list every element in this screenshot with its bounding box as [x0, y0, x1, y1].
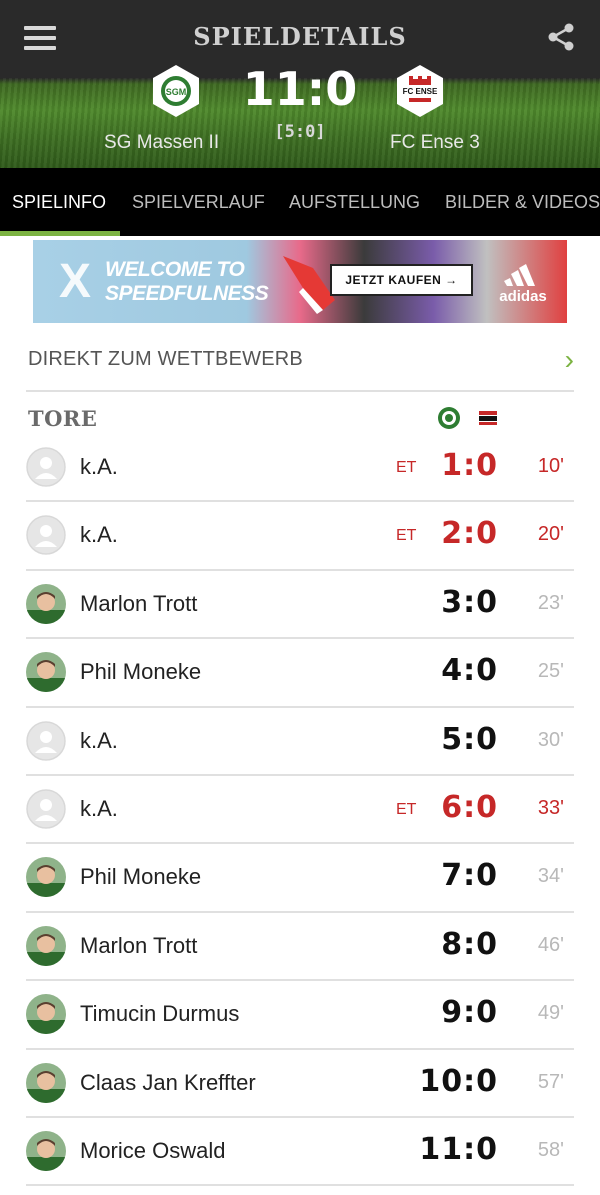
goal-score: 6:0: [441, 789, 498, 825]
own-goal-badge: ET: [396, 800, 417, 818]
goal-row[interactable]: k.A. ET 2:0 20': [26, 502, 574, 571]
goal-minute: 57': [537, 1070, 564, 1093]
chevron-right-icon: ›: [564, 344, 574, 375]
goal-minute: 46': [537, 933, 564, 956]
goal-minute: 58': [537, 1138, 564, 1161]
goal-score: 7:0: [441, 858, 498, 894]
player-name[interactable]: k.A.: [80, 796, 118, 822]
goal-score: 3:0: [441, 584, 498, 620]
tab-bilder-videos[interactable]: BILDER & VIDEOS: [445, 168, 600, 236]
goal-minute: 33': [537, 796, 564, 819]
player-avatar[interactable]: [26, 994, 66, 1035]
away-team-name[interactable]: FC Ense 3: [390, 132, 480, 154]
player-name[interactable]: Claas Jan Kreffter: [80, 1070, 256, 1096]
player-name[interactable]: k.A.: [80, 728, 118, 754]
goal-score: 10:0: [419, 1063, 498, 1099]
player-name[interactable]: Phil Moneke: [80, 864, 201, 890]
own-goal-badge: ET: [396, 527, 417, 545]
goal-minute: 25': [537, 660, 564, 683]
match-header: SPIELDETAILS SGM 11:0 [5:0] FC ENSE SG M…: [0, 0, 600, 168]
final-score: 11:0: [242, 62, 358, 116]
home-team-mini-logo: [438, 407, 460, 429]
avatar-placeholder-icon[interactable]: [26, 447, 66, 487]
goal-minute: 34': [537, 865, 564, 888]
goal-row[interactable]: k.A. ET 1:0 10': [26, 434, 574, 503]
goal-row[interactable]: Marlon Trott 3:0 23': [26, 571, 574, 640]
player-avatar[interactable]: [26, 925, 66, 966]
goal-row[interactable]: Timucin Durmus 9:0 49': [26, 981, 574, 1050]
player-name[interactable]: Marlon Trott: [80, 591, 197, 617]
player-name[interactable]: k.A.: [80, 454, 118, 480]
avatar-placeholder-icon[interactable]: [26, 515, 66, 556]
page-title: SPIELDETAILS: [193, 22, 407, 51]
halftime-score: [5:0]: [274, 122, 326, 142]
player-avatar[interactable]: [26, 583, 66, 624]
goal-score: 8:0: [441, 926, 498, 962]
tab-bar: SPIELINFO SPIELVERLAUF AUFSTELLUNG BILDE…: [0, 168, 600, 236]
goal-row[interactable]: Phil Moneke 4:0 25': [26, 639, 574, 708]
share-icon[interactable]: [546, 22, 576, 52]
goal-minute: 49': [537, 1002, 564, 1025]
player-avatar[interactable]: [26, 857, 66, 898]
tab-spielinfo[interactable]: SPIELINFO: [12, 168, 106, 236]
goal-score: 5:0: [441, 721, 498, 757]
goal-row[interactable]: Phil Moneke 7:0 34': [26, 844, 574, 913]
goal-minute: 20': [537, 523, 564, 546]
goals-header: TORE: [26, 398, 574, 438]
goal-score: 4:0: [441, 653, 498, 689]
home-team-name[interactable]: SG Massen II: [104, 132, 219, 154]
player-name[interactable]: Phil Moneke: [80, 659, 201, 685]
tab-aufstellung[interactable]: AUFSTELLUNG: [289, 168, 420, 236]
goal-row[interactable]: k.A. ET 6:0 33': [26, 776, 574, 845]
ad-banner[interactable]: X WELCOME TO SPEEDFULNESS JETZT KAUFEN →…: [33, 240, 567, 323]
ad-headline: WELCOME TO SPEEDFULNESS: [105, 258, 269, 305]
player-name[interactable]: Morice Oswald: [80, 1138, 225, 1164]
svg-text:FC ENSE: FC ENSE: [403, 87, 438, 96]
player-avatar[interactable]: [26, 652, 66, 693]
tab-spielverlauf[interactable]: SPIELVERLAUF: [132, 168, 265, 236]
player-name[interactable]: Timucin Durmus: [80, 1001, 239, 1027]
goal-score: 9:0: [441, 995, 498, 1031]
goal-score: 1:0: [441, 448, 498, 483]
active-tab-indicator: [0, 231, 120, 236]
ad-brand-label: adidas: [499, 288, 547, 305]
goals-list: k.A. ET 1:0 10' k.A. ET 2:0 20' Marlon Trott 3:0 2…: [26, 434, 574, 1187]
adidas-stripes-icon: [504, 264, 535, 286]
goal-row[interactable]: Claas Jan Kreffter 10:0 57': [26, 1050, 574, 1118]
goal-minute: 23': [537, 591, 564, 614]
own-goal-badge: ET: [396, 459, 417, 476]
goal-score: 2:0: [441, 516, 498, 552]
goal-minute: 30': [537, 728, 564, 751]
player-name[interactable]: Marlon Trott: [80, 933, 197, 959]
goal-minute: 10': [537, 455, 564, 477]
goal-row[interactable]: Marlon Trott 8:0 46': [26, 913, 574, 982]
away-team-mini-logo: [479, 411, 497, 425]
avatar-placeholder-icon[interactable]: [26, 789, 66, 829]
player-name[interactable]: k.A.: [80, 522, 118, 548]
goal-score: 11:0: [419, 1131, 498, 1167]
goal-row[interactable]: k.A. 5:0 30': [26, 708, 574, 776]
direct-to-competition-link[interactable]: DIREKT ZUM WETTBEWERB ›: [26, 326, 574, 392]
avatar-placeholder-icon[interactable]: [26, 720, 66, 761]
player-avatar[interactable]: [26, 1062, 66, 1103]
goals-title: TORE: [28, 406, 98, 431]
goal-row[interactable]: Morice Oswald 11:0 58': [26, 1118, 574, 1187]
player-avatar[interactable]: [26, 1130, 66, 1171]
adidas-logo: adidas: [491, 264, 555, 305]
buy-now-button[interactable]: JETZT KAUFEN →: [330, 264, 473, 296]
x-brand-icon: X: [59, 255, 92, 308]
away-team-logo[interactable]: FC ENSE: [392, 63, 448, 119]
direct-link-label: DIREKT ZUM WETTBEWERB: [28, 348, 303, 370]
